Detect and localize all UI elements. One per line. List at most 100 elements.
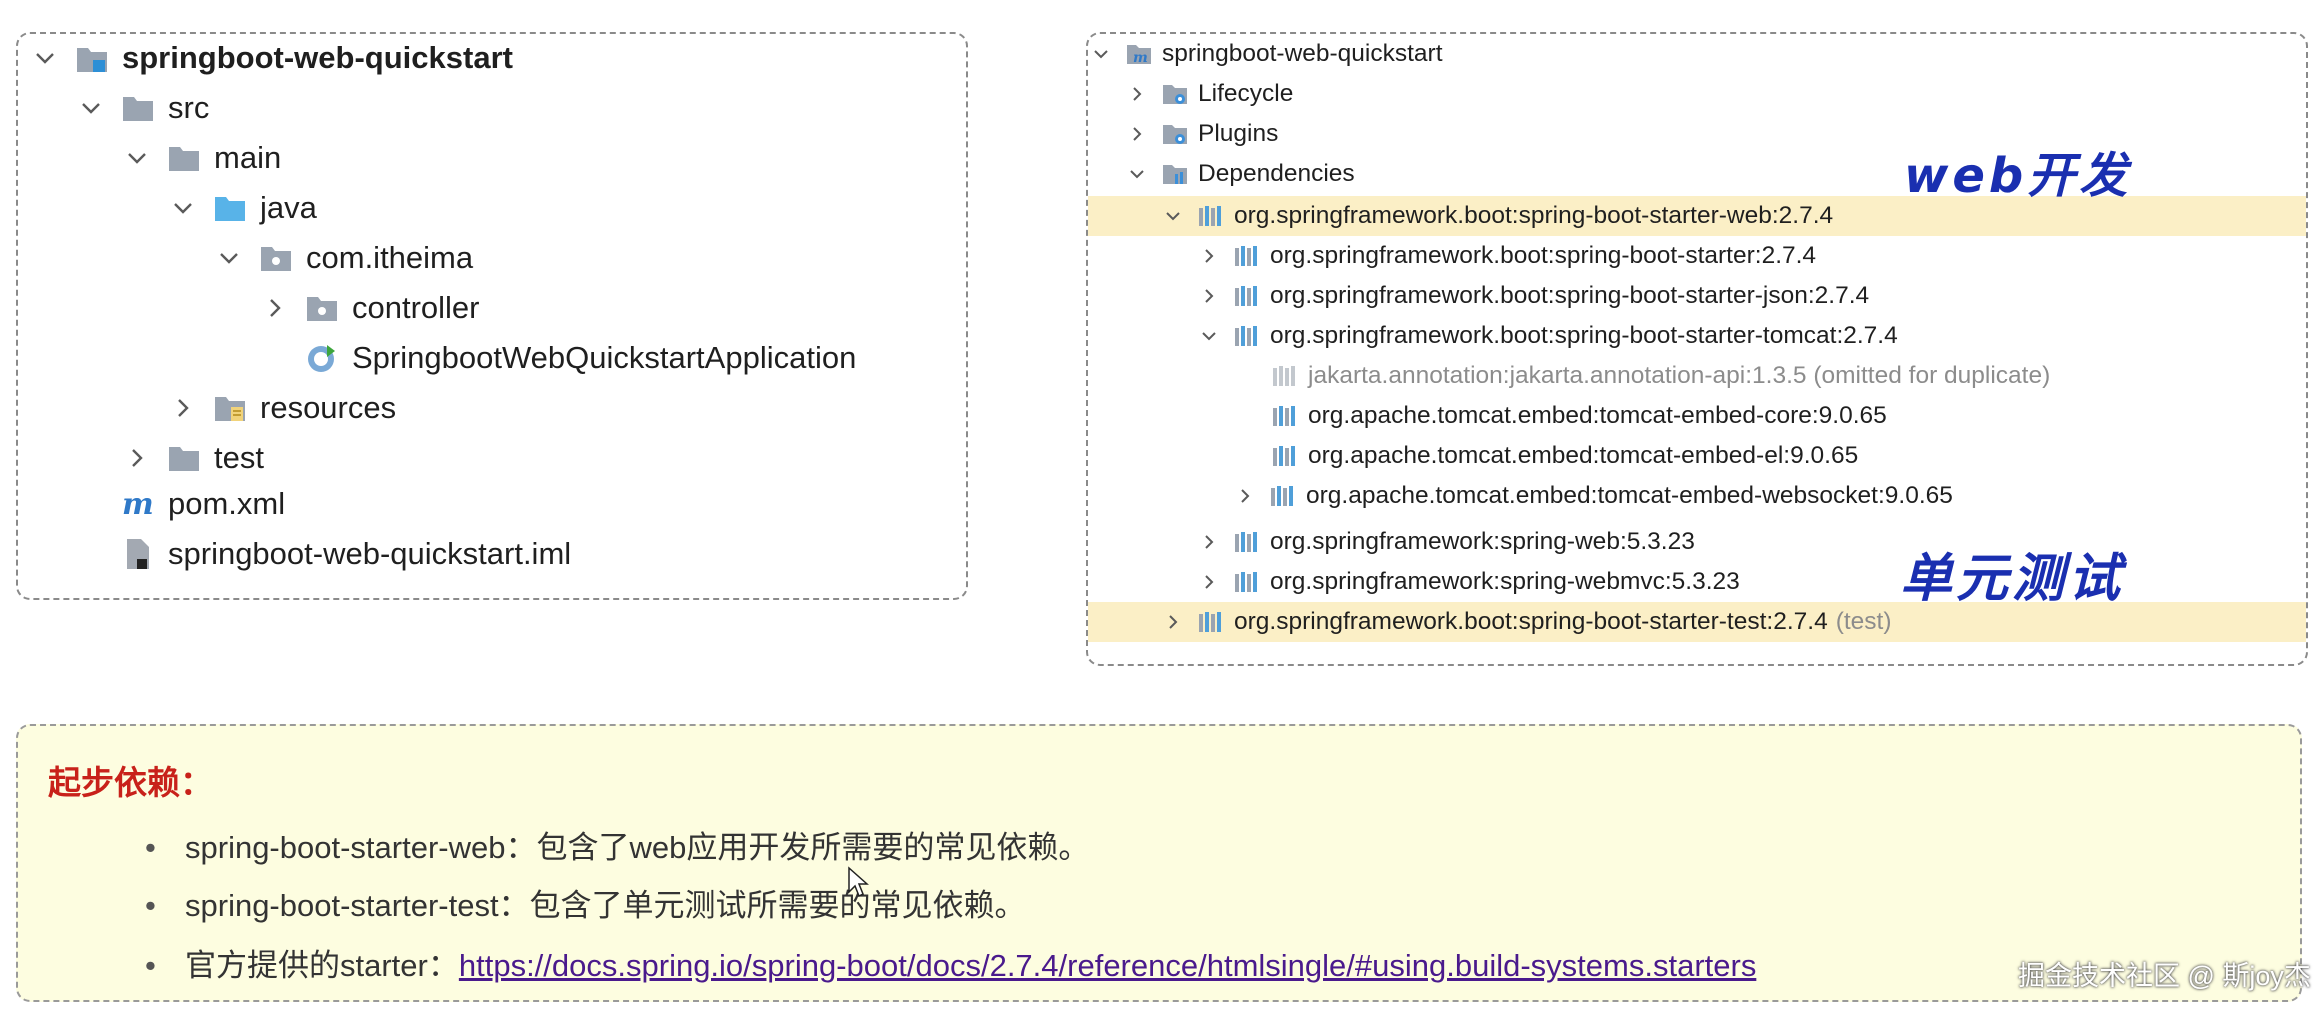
dependency-starter-web[interactable]: org.springframework.boot:spring-boot-sta…	[1162, 196, 1833, 236]
tree-item-test[interactable]: test	[122, 434, 264, 482]
resources-folder-icon	[212, 391, 248, 425]
maven-project-root[interactable]: m springboot-web-quickstart	[1090, 34, 1443, 74]
maven-module-icon: m	[1124, 39, 1154, 69]
maven-icon: m	[120, 487, 156, 521]
scope-badge: (test)	[1835, 608, 1892, 635]
lifecycle-folder-icon	[1160, 79, 1190, 109]
library-icon	[1232, 527, 1262, 557]
tree-item-label: controller	[352, 290, 480, 325]
tree-item-label: pom.xml	[168, 486, 286, 521]
tree-item-label: org.apache.tomcat.embed:tomcat-embed-cor…	[1308, 402, 1887, 429]
starters-doc-link[interactable]: https://docs.spring.io/spring-boot/docs/…	[459, 948, 1756, 983]
tree-item-iml[interactable]: springboot-web-quickstart.iml	[120, 530, 571, 578]
note-bullet-official: • 官方提供的starter：https://docs.spring.io/spr…	[145, 940, 1756, 985]
maven-dependencies[interactable]: Dependencies	[1126, 154, 1355, 194]
library-icon	[1270, 401, 1300, 431]
maven-plugins[interactable]: Plugins	[1126, 114, 1278, 154]
dependency-starter-test[interactable]: org.springframework.boot:spring-boot-sta…	[1162, 602, 1892, 642]
tree-item-controller[interactable]: controller	[260, 284, 480, 332]
spring-boot-class-icon	[304, 341, 340, 375]
mouse-cursor-icon	[847, 866, 869, 903]
chevron-right-icon[interactable]	[168, 393, 198, 423]
annotation-web-dev: web开发	[1904, 148, 2132, 204]
chevron-right-icon[interactable]	[1234, 485, 1256, 507]
chevron-down-icon[interactable]	[1126, 163, 1148, 185]
chevron-right-icon[interactable]	[1162, 611, 1184, 633]
tree-item-project-root[interactable]: springboot-web-quickstart	[30, 34, 513, 82]
dependency-spring-webmvc[interactable]: org.springframework:spring-webmvc:5.3.23	[1198, 562, 1740, 602]
library-icon	[1196, 607, 1226, 637]
library-icon	[1268, 481, 1298, 511]
tree-item-label: org.springframework.boot:spring-boot-sta…	[1234, 608, 1828, 635]
dependency-tomcat-embed-websocket[interactable]: org.apache.tomcat.embed:tomcat-embed-web…	[1234, 476, 1953, 516]
tree-item-label: org.springframework.boot:spring-boot-sta…	[1234, 202, 1834, 229]
library-icon	[1196, 201, 1226, 231]
tree-item-src[interactable]: src	[76, 84, 209, 132]
tree-item-label: Dependencies	[1198, 160, 1355, 187]
tree-item-label: src	[168, 90, 210, 125]
tree-item-label: org.springframework.boot:spring-boot-sta…	[1270, 242, 1817, 269]
tree-item-application-class[interactable]: SpringbootWebQuickstartApplication	[304, 334, 856, 382]
tree-item-label: springboot-web-quickstart	[122, 40, 513, 75]
tree-item-main[interactable]: main	[122, 134, 281, 182]
dependency-jakarta-annotation[interactable]: jakarta.annotation:jakarta.annotation-ap…	[1270, 356, 2050, 396]
dependency-spring-web[interactable]: org.springframework:spring-web:5.3.23	[1198, 522, 1695, 562]
tree-item-pom[interactable]: m pom.xml	[120, 480, 285, 528]
chevron-right-icon[interactable]	[1126, 123, 1148, 145]
bullet-text: 官方提供的starter：	[185, 948, 459, 983]
dependency-starter-json[interactable]: org.springframework.boot:spring-boot-sta…	[1198, 276, 1869, 316]
tree-item-label: jakarta.annotation:jakarta.annotation-ap…	[1308, 362, 2051, 389]
chevron-down-icon[interactable]	[122, 143, 152, 173]
chevron-down-icon[interactable]	[214, 243, 244, 273]
tree-item-label: test	[214, 440, 264, 475]
tree-item-label: SpringbootWebQuickstartApplication	[352, 340, 857, 375]
tree-item-label: com.itheima	[306, 240, 474, 275]
tree-item-java[interactable]: java	[168, 184, 317, 232]
chevron-right-icon[interactable]	[122, 443, 152, 473]
chevron-down-icon[interactable]	[76, 93, 106, 123]
tree-item-label: org.springframework.boot:spring-boot-sta…	[1270, 282, 1870, 309]
dependency-tomcat-embed-el[interactable]: org.apache.tomcat.embed:tomcat-embed-el:…	[1270, 436, 1858, 476]
tree-item-label: springboot-web-quickstart.iml	[168, 536, 572, 571]
chevron-right-icon[interactable]	[1198, 285, 1220, 307]
chevron-right-icon[interactable]	[1126, 83, 1148, 105]
watermark: 掘金技术社区 @ 斯joy杰	[2018, 961, 2311, 991]
note-bullet-test: • spring-boot-starter-test：包含了单元测试所需要的常见依…	[145, 880, 1026, 925]
tree-item-label: java	[260, 190, 317, 225]
chevron-right-icon[interactable]	[1198, 531, 1220, 553]
dependency-tomcat-embed-core[interactable]: org.apache.tomcat.embed:tomcat-embed-cor…	[1270, 396, 1887, 436]
chevron-down-icon[interactable]	[168, 193, 198, 223]
tree-item-label: resources	[260, 390, 397, 425]
tree-item-resources[interactable]: resources	[168, 384, 396, 432]
library-icon	[1232, 281, 1262, 311]
library-icon	[1232, 321, 1262, 351]
tree-item-label: springboot-web-quickstart	[1162, 40, 1443, 67]
library-icon	[1270, 361, 1300, 391]
chevron-right-icon[interactable]	[1198, 245, 1220, 267]
maven-lifecycle[interactable]: Lifecycle	[1126, 74, 1293, 114]
plugins-folder-icon	[1160, 119, 1190, 149]
chevron-down-icon[interactable]	[1198, 325, 1220, 347]
chevron-right-icon[interactable]	[1198, 571, 1220, 593]
library-icon	[1232, 567, 1262, 597]
module-file-icon	[120, 537, 156, 571]
folder-icon	[120, 91, 156, 125]
source-folder-icon	[212, 191, 248, 225]
note-bullet-web: • spring-boot-starter-web：包含了web应用开发所需要的常…	[145, 822, 1089, 867]
chevron-down-icon[interactable]	[30, 43, 60, 73]
library-icon	[1232, 241, 1262, 271]
chevron-down-icon[interactable]	[1162, 205, 1184, 227]
dependency-starter[interactable]: org.springframework.boot:spring-boot-sta…	[1198, 236, 1816, 276]
tree-item-label: org.springframework:spring-webmvc:5.3.23	[1270, 568, 1740, 595]
tree-item-label: org.springframework.boot:spring-boot-sta…	[1270, 322, 1898, 349]
tree-item-label: org.apache.tomcat.embed:tomcat-embed-web…	[1306, 482, 1953, 509]
dependency-starter-tomcat[interactable]: org.springframework.boot:spring-boot-sta…	[1198, 316, 1898, 356]
bullet-dot: •	[145, 948, 156, 983]
bullet-dot: •	[145, 830, 156, 865]
chevron-right-icon[interactable]	[260, 293, 290, 323]
chevron-down-icon[interactable]	[1090, 43, 1112, 65]
tree-item-label: org.apache.tomcat.embed:tomcat-embed-el:…	[1308, 442, 1859, 469]
tree-item-com-itheima[interactable]: com.itheima	[214, 234, 473, 282]
folder-icon	[166, 441, 202, 475]
tree-item-label: org.springframework:spring-web:5.3.23	[1270, 528, 1695, 555]
